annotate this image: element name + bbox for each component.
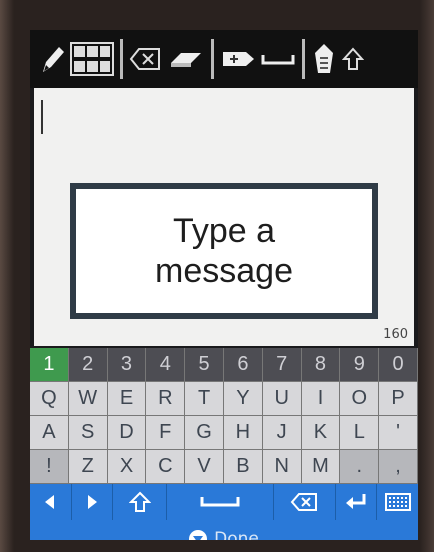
key-1[interactable]: 1 bbox=[30, 348, 69, 382]
key-w[interactable]: W bbox=[68, 382, 108, 416]
key-k[interactable]: K bbox=[301, 416, 341, 450]
text-cursor bbox=[41, 100, 43, 134]
key-s[interactable]: S bbox=[68, 416, 108, 450]
toolbar-separator bbox=[211, 39, 214, 79]
letter-row-3: ! Z X C V B N M . , bbox=[30, 450, 418, 484]
message-label-line2: message bbox=[155, 252, 293, 290]
templates-icon[interactable] bbox=[68, 37, 116, 81]
eraser-icon[interactable] bbox=[163, 37, 207, 81]
key-t[interactable]: T bbox=[185, 382, 224, 416]
key-z[interactable]: Z bbox=[68, 450, 108, 484]
key-q[interactable]: Q bbox=[30, 382, 69, 416]
key-u[interactable]: U bbox=[262, 382, 302, 416]
message-input[interactable]: Type a message 160 bbox=[34, 88, 414, 346]
device-screen: Type a message 160 1 2 3 4 5 6 7 8 9 0 Q… bbox=[30, 30, 418, 540]
key-f[interactable]: F bbox=[146, 416, 186, 450]
key-a[interactable]: A bbox=[30, 416, 69, 450]
done-button[interactable]: Done bbox=[30, 520, 418, 540]
key-n[interactable]: N bbox=[262, 450, 302, 484]
key-apostrophe[interactable]: ' bbox=[379, 416, 418, 450]
done-label: Done bbox=[214, 529, 259, 540]
toolbar-separator bbox=[120, 39, 123, 79]
key-7[interactable]: 7 bbox=[262, 348, 302, 382]
letter-row-1: Q W E R T Y U I O P bbox=[30, 382, 418, 416]
nav-row bbox=[30, 484, 418, 520]
key-3[interactable]: 3 bbox=[107, 348, 147, 382]
key-v[interactable]: V bbox=[185, 450, 224, 484]
key-comma[interactable]: , bbox=[379, 450, 418, 484]
key-9[interactable]: 9 bbox=[340, 348, 380, 382]
key-c[interactable]: C bbox=[146, 450, 186, 484]
key-o[interactable]: O bbox=[340, 382, 380, 416]
key-h[interactable]: H bbox=[223, 416, 263, 450]
key-m[interactable]: M bbox=[301, 450, 341, 484]
keyboard-icon[interactable] bbox=[377, 484, 418, 520]
space-icon[interactable] bbox=[167, 484, 274, 520]
toolbar bbox=[30, 30, 418, 88]
number-row: 1 2 3 4 5 6 7 8 9 0 bbox=[30, 348, 418, 382]
key-x[interactable]: X bbox=[107, 450, 147, 484]
message-label-line1: Type a bbox=[172, 212, 276, 250]
shift-case-icon[interactable] bbox=[309, 37, 339, 81]
key-r[interactable]: R bbox=[146, 382, 186, 416]
key-4[interactable]: 4 bbox=[146, 348, 186, 382]
key-d[interactable]: D bbox=[107, 416, 147, 450]
backspace-icon[interactable] bbox=[127, 37, 163, 81]
key-2[interactable]: 2 bbox=[68, 348, 108, 382]
letter-row-2: A S D F G H J K L ' bbox=[30, 416, 418, 450]
backspace-icon[interactable] bbox=[273, 484, 336, 520]
key-b[interactable]: B bbox=[223, 450, 263, 484]
key-6[interactable]: 6 bbox=[223, 348, 263, 382]
arrow-up-icon[interactable] bbox=[339, 37, 367, 81]
char-counter: 160 bbox=[383, 327, 408, 342]
message-label-box: Type a message bbox=[70, 183, 378, 319]
key-l[interactable]: L bbox=[340, 416, 380, 450]
enter-icon[interactable] bbox=[335, 484, 378, 520]
insert-icon[interactable] bbox=[218, 37, 258, 81]
key-p[interactable]: P bbox=[379, 382, 418, 416]
key-8[interactable]: 8 bbox=[301, 348, 341, 382]
key-y[interactable]: Y bbox=[223, 382, 263, 416]
pencil-icon[interactable] bbox=[36, 37, 68, 81]
key-g[interactable]: G bbox=[185, 416, 224, 450]
keyboard: 1 2 3 4 5 6 7 8 9 0 Q W E R T Y U I O P … bbox=[30, 348, 418, 540]
chevron-down-circle-icon bbox=[189, 530, 208, 540]
key-exclamation[interactable]: ! bbox=[30, 450, 69, 484]
key-j[interactable]: J bbox=[262, 416, 302, 450]
key-period[interactable]: . bbox=[340, 450, 380, 484]
key-5[interactable]: 5 bbox=[185, 348, 224, 382]
toolbar-separator bbox=[302, 39, 305, 79]
arrow-left-icon[interactable] bbox=[30, 484, 72, 520]
key-i[interactable]: I bbox=[301, 382, 341, 416]
shift-icon[interactable] bbox=[113, 484, 168, 520]
key-e[interactable]: E bbox=[107, 382, 147, 416]
arrow-right-icon[interactable] bbox=[71, 484, 114, 520]
space-icon[interactable] bbox=[258, 37, 298, 81]
key-0[interactable]: 0 bbox=[379, 348, 418, 382]
